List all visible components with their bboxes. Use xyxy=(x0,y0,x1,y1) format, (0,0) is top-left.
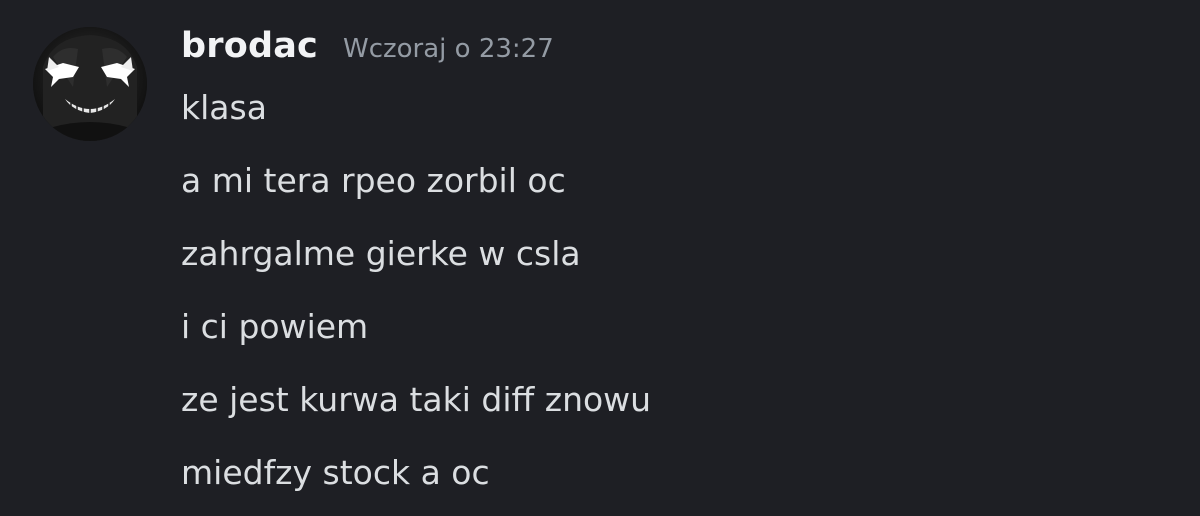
message-line[interactable]: klasa xyxy=(181,88,1181,128)
timestamp[interactable]: Wczoraj o 23:27 xyxy=(343,34,554,64)
chat-message-group: brodac Wczoraj o 23:27 klasa a mi tera r… xyxy=(0,0,1200,516)
message-line[interactable]: ze jest kurwa taki diff znowu xyxy=(181,380,1181,420)
message-line[interactable]: a mi tera rpeo zorbil oc xyxy=(181,161,1181,201)
message-line[interactable]: i ci powiem xyxy=(181,307,1181,347)
username[interactable]: brodac xyxy=(181,26,318,66)
message-header: brodac Wczoraj o 23:27 xyxy=(181,26,554,82)
skull-grin-avatar-icon xyxy=(33,27,147,141)
message-line[interactable]: zahrgalme gierke w csla xyxy=(181,234,1181,274)
avatar[interactable] xyxy=(33,27,147,141)
message-list: klasa a mi tera rpeo zorbil oc zahrgalme… xyxy=(181,88,1181,516)
message-line[interactable]: miedfzy stock a oc xyxy=(181,453,1181,493)
